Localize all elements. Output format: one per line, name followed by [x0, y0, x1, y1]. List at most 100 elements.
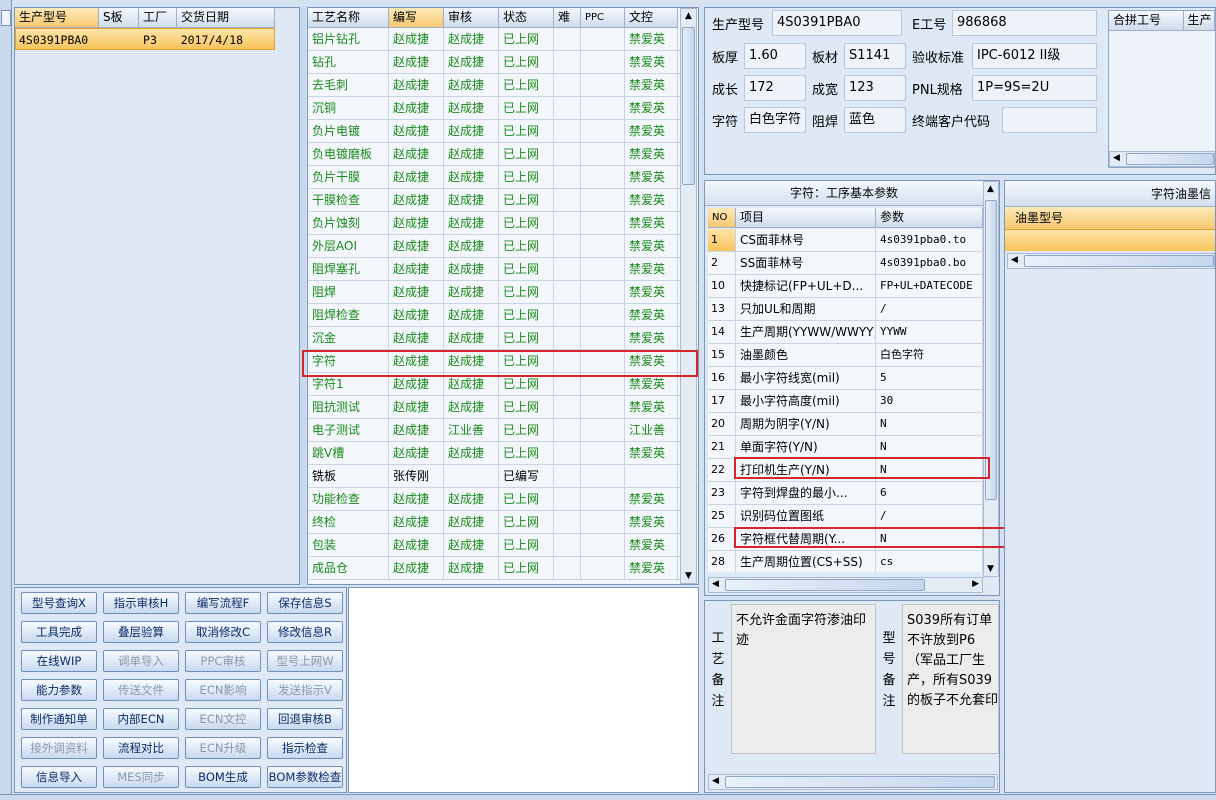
scroll-left-icon[interactable]: ◀: [712, 579, 719, 589]
table-row[interactable]: 阻焊检查 赵成捷 赵成捷 已上网 禁爱英: [308, 304, 698, 327]
table-row[interactable]: 负片蚀刻 赵成捷 赵成捷 已上网 禁爱英: [308, 212, 698, 235]
process-scrollbar[interactable]: ▲ ▼: [680, 8, 697, 584]
table-row[interactable]: 4S0391PBA0 P3 2017/4/18: [15, 28, 275, 50]
action-button-3-1[interactable]: 传送文件: [103, 679, 179, 701]
params-vscrollbar[interactable]: ▲ ▼: [983, 181, 999, 577]
table-row[interactable]: 17 最小字符高度(mil) 30: [708, 390, 983, 413]
col-header-no[interactable]: NO: [708, 208, 736, 228]
table-row[interactable]: 电子测试 赵成捷 江业善 已上网 江业善: [308, 419, 698, 442]
action-button-1-2[interactable]: 取消修改C: [185, 621, 261, 643]
table-row[interactable]: 包装 赵成捷 赵成捷 已上网 禁爱英: [308, 534, 698, 557]
notes-hscrollbar[interactable]: ◀: [708, 774, 998, 790]
params-hscrollbar[interactable]: ◀ ▶: [708, 577, 983, 593]
action-button-4-2[interactable]: ECN文控: [185, 708, 261, 730]
collapse-tab[interactable]: [1, 10, 11, 26]
col-header-factory[interactable]: 工厂: [139, 8, 177, 28]
splitter-left[interactable]: [300, 7, 306, 585]
field-standard[interactable]: IPC-6012 II级: [972, 43, 1097, 69]
col-header-process[interactable]: 工艺名称: [308, 8, 389, 28]
action-button-3-0[interactable]: 能力参数: [21, 679, 97, 701]
field-mask[interactable]: 蓝色: [844, 107, 906, 133]
table-row[interactable]: 21 单面字符(Y/N) N: [708, 436, 983, 459]
process-note-text[interactable]: 不允许金面字符渗油印迹: [731, 604, 876, 754]
table-row[interactable]: 成品仓 赵成捷 赵成捷 已上网 禁爱英: [308, 557, 698, 580]
table-row[interactable]: 28 生产周期位置(CS+SS) cs: [708, 551, 983, 572]
table-row[interactable]: 沉金 赵成捷 赵成捷 已上网 禁爱英: [308, 327, 698, 350]
table-row[interactable]: 23 字符到焊盘的最小... 6: [708, 482, 983, 505]
table-row[interactable]: 铣板 张传刚 已编写: [308, 465, 698, 488]
action-button-2-0[interactable]: 在线WIP: [21, 650, 97, 672]
col-header-param[interactable]: 参数: [876, 208, 983, 228]
action-button-6-2[interactable]: BOM生成: [185, 766, 261, 788]
table-row[interactable]: 10 快捷标记(FP+UL+D... FP+UL+DATECODE: [708, 275, 983, 298]
table-row[interactable]: 干膜检查 赵成捷 赵成捷 已上网 禁爱英: [308, 189, 698, 212]
action-button-2-1[interactable]: 调单导入: [103, 650, 179, 672]
ink-hscrollbar[interactable]: ◀: [1007, 253, 1215, 269]
col-header-ppc[interactable]: PPC: [581, 8, 625, 28]
action-button-3-2[interactable]: ECN影响: [185, 679, 261, 701]
field-pnl[interactable]: 1P=9S=2U: [972, 75, 1097, 101]
action-button-0-1[interactable]: 指示审核H: [103, 592, 179, 614]
table-row[interactable]: 15 油墨颜色 白色字符: [708, 344, 983, 367]
field-length[interactable]: 172: [744, 75, 806, 101]
table-row[interactable]: 沉铜 赵成捷 赵成捷 已上网 禁爱英: [308, 97, 698, 120]
table-row[interactable]: 13 只加UL和周期 /: [708, 298, 983, 321]
table-row[interactable]: 去毛刺 赵成捷 赵成捷 已上网 禁爱英: [308, 74, 698, 97]
action-button-3-3[interactable]: 发送指示V: [267, 679, 343, 701]
col-header-merge-production[interactable]: 生产: [1183, 11, 1215, 31]
col-header-writer[interactable]: 编写: [389, 8, 444, 28]
table-row[interactable]: 功能检查 赵成捷 赵成捷 已上网 禁爱英: [308, 488, 698, 511]
field-model[interactable]: 4S0391PBA0: [772, 10, 902, 36]
table-row[interactable]: 16 最小字符线宽(mil) 5: [708, 367, 983, 390]
col-header-reviewer[interactable]: 审核: [444, 8, 499, 28]
scroll-left-icon[interactable]: ◀: [712, 776, 719, 786]
action-button-2-3[interactable]: 型号上网W: [267, 650, 343, 672]
action-button-5-1[interactable]: 流程对比: [103, 737, 179, 759]
table-row[interactable]: 外层AOI 赵成捷 赵成捷 已上网 禁爱英: [308, 235, 698, 258]
action-button-1-0[interactable]: 工具完成: [21, 621, 97, 643]
col-header-delivery-date[interactable]: 交货日期: [177, 8, 275, 28]
table-row[interactable]: 14 生产周期(YYWW/WWYY) YYWW: [708, 321, 983, 344]
field-thickness[interactable]: 1.60: [744, 43, 806, 69]
table-row[interactable]: 钻孔 赵成捷 赵成捷 已上网 禁爱英: [308, 51, 698, 74]
col-header-status[interactable]: 状态: [499, 8, 554, 28]
table-row[interactable]: 阻抗测试 赵成捷 赵成捷 已上网 禁爱英: [308, 396, 698, 419]
scroll-down-icon[interactable]: ▼: [987, 564, 994, 574]
action-button-4-3[interactable]: 回退审核B: [267, 708, 343, 730]
scroll-left-icon[interactable]: ◀: [1011, 255, 1018, 265]
action-button-1-3[interactable]: 修改信息R: [267, 621, 343, 643]
col-header-item[interactable]: 项目: [736, 208, 876, 228]
table-row[interactable]: 负片干膜 赵成捷 赵成捷 已上网 禁爱英: [308, 166, 698, 189]
action-button-4-0[interactable]: 制作通知单: [21, 708, 97, 730]
action-button-0-2[interactable]: 编写流程F: [185, 592, 261, 614]
scroll-left-icon[interactable]: ◀: [1113, 153, 1120, 163]
table-row[interactable]: 铝片钻孔 赵成捷 赵成捷 已上网 禁爱英: [308, 28, 698, 51]
table-row[interactable]: 1 CS面菲林号 4s0391pba0.to: [708, 229, 983, 252]
col-header-s-board[interactable]: S板: [99, 8, 139, 28]
field-char[interactable]: 白色字符: [744, 107, 806, 133]
action-button-6-0[interactable]: 信息导入: [21, 766, 97, 788]
table-row[interactable]: 跳V槽 赵成捷 赵成捷 已上网 禁爱英: [308, 442, 698, 465]
table-row[interactable]: 终检 赵成捷 赵成捷 已上网 禁爱英: [308, 511, 698, 534]
col-header-difficulty[interactable]: 难: [554, 8, 581, 28]
scroll-down-icon[interactable]: ▼: [685, 571, 692, 581]
scroll-up-icon[interactable]: ▲: [685, 11, 692, 21]
action-button-5-2[interactable]: ECN升级: [185, 737, 261, 759]
ink-row[interactable]: [1005, 229, 1215, 251]
action-button-2-2[interactable]: PPC审核: [185, 650, 261, 672]
merge-hscrollbar[interactable]: ◀: [1109, 151, 1215, 167]
action-button-1-1[interactable]: 叠层验算: [103, 621, 179, 643]
table-row[interactable]: 负电镀磨板 赵成捷 赵成捷 已上网 禁爱英: [308, 143, 698, 166]
field-customer-code[interactable]: [1002, 107, 1097, 133]
scroll-right-icon[interactable]: ▶: [972, 579, 979, 589]
scroll-up-icon[interactable]: ▲: [987, 184, 994, 194]
table-row[interactable]: 阻焊 赵成捷 赵成捷 已上网 禁爱英: [308, 281, 698, 304]
action-button-4-1[interactable]: 内部ECN: [103, 708, 179, 730]
table-row[interactable]: 负片电镀 赵成捷 赵成捷 已上网 禁爱英: [308, 120, 698, 143]
model-note-text[interactable]: S039所有订单不许放到P6（军品工厂生产，所有S039的板子不允套印: [902, 604, 999, 754]
col-header-model[interactable]: 生产型号: [15, 8, 99, 28]
field-e-number[interactable]: 986868: [952, 10, 1097, 36]
action-button-6-1[interactable]: MES同步: [103, 766, 179, 788]
field-material[interactable]: S1141: [844, 43, 906, 69]
table-row[interactable]: 2 SS面菲林号 4s0391pba0.bo: [708, 252, 983, 275]
